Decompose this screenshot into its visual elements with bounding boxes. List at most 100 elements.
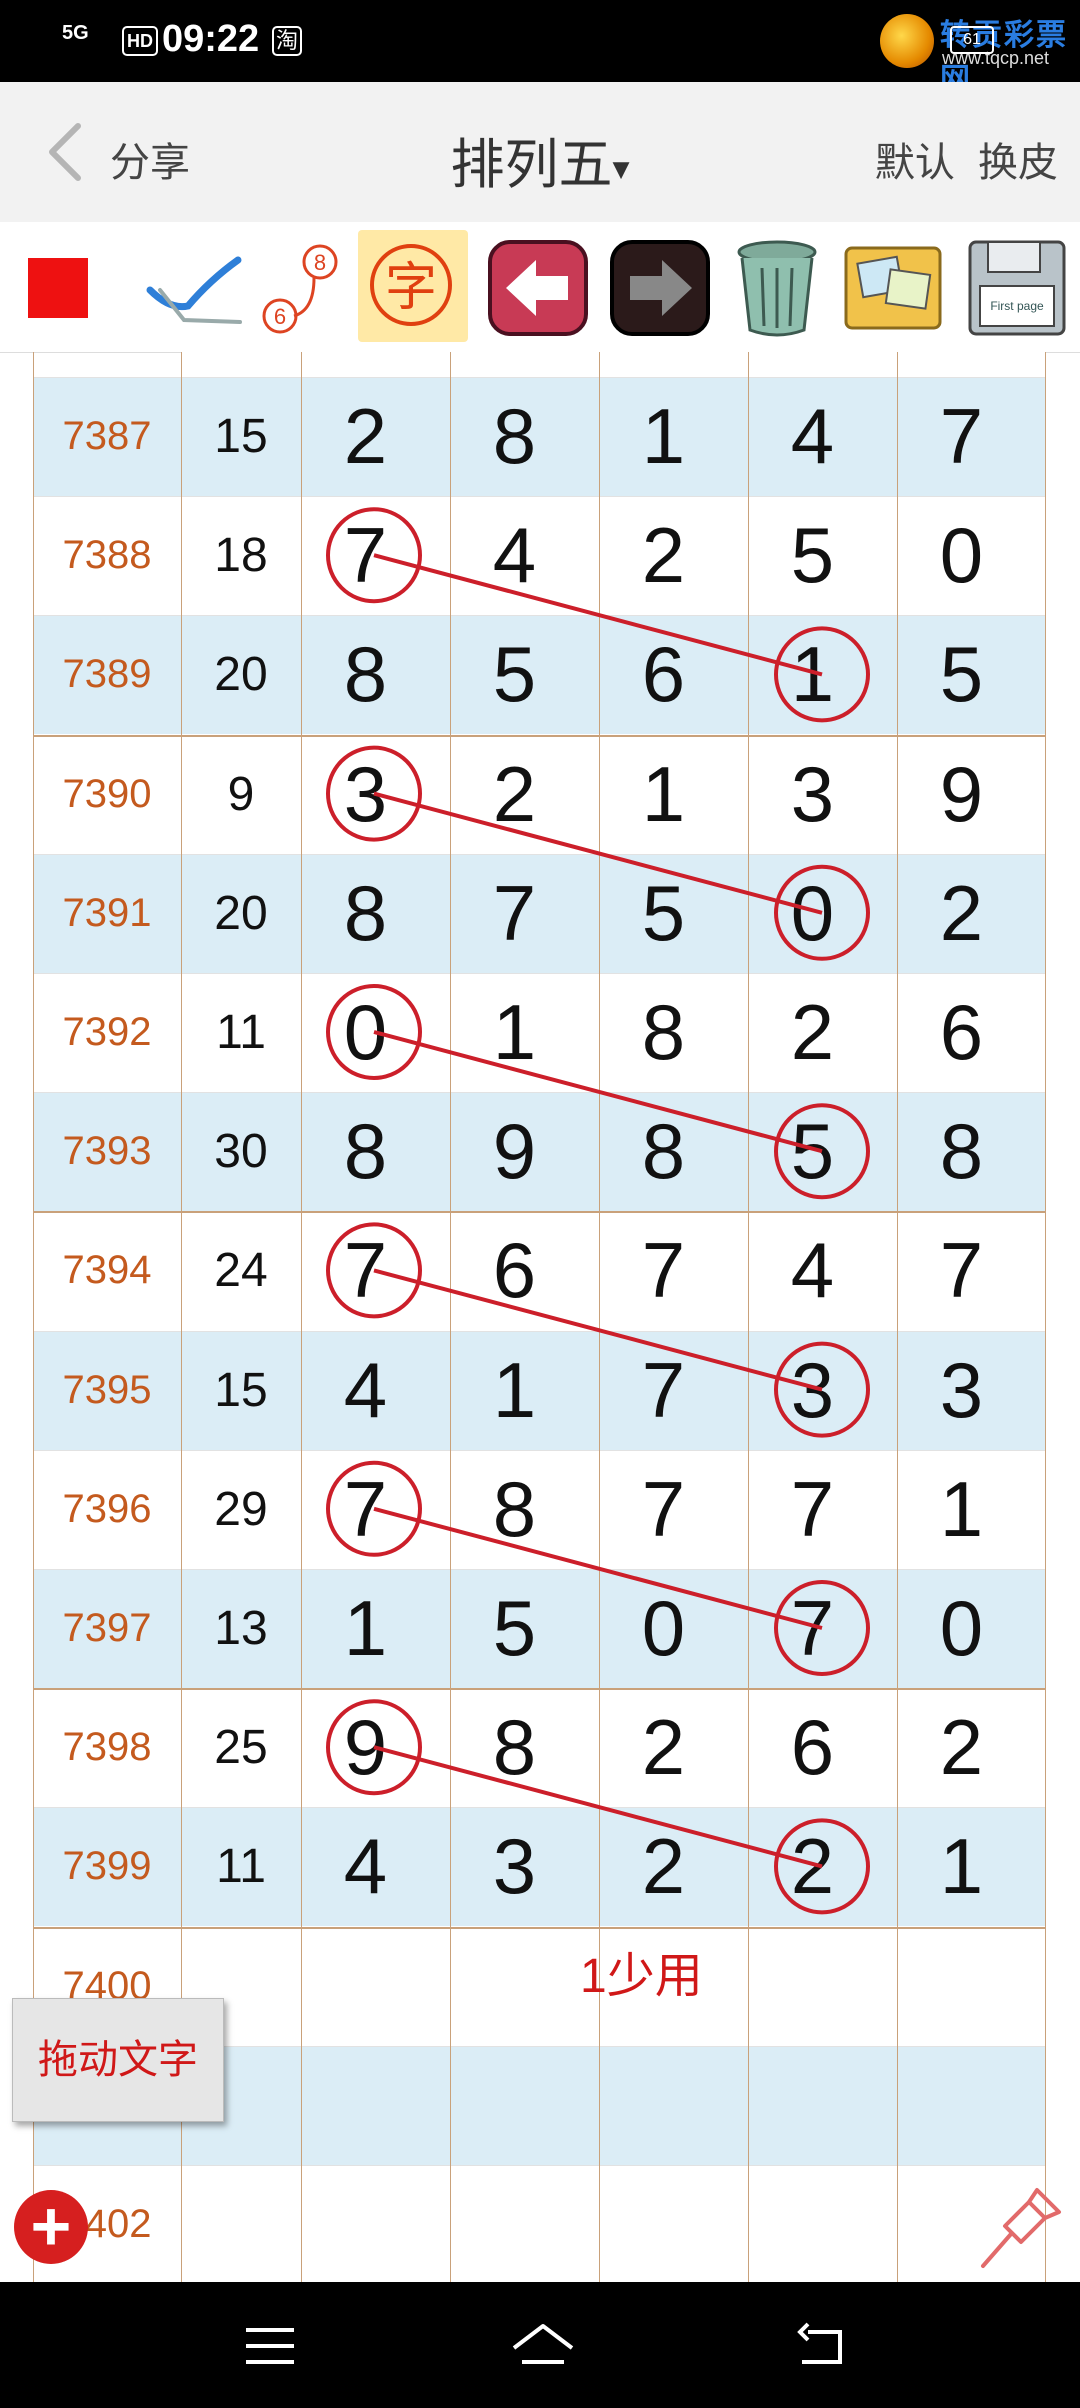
- digit-cell-pos4[interactable]: [738, 2046, 887, 2165]
- digit-cell-pos2[interactable]: 5: [440, 615, 589, 734]
- digit-cell-pos4[interactable]: 5: [738, 1092, 887, 1211]
- table-row[interactable]: 7397 13 1 5 0 7 0: [33, 1569, 1046, 1688]
- table-row[interactable]: 7390 9 3 2 1 3 9: [33, 735, 1046, 854]
- digit-cell-pos4[interactable]: 2: [738, 973, 887, 1092]
- digit-cell-pos1[interactable]: 7: [291, 496, 440, 615]
- digit-cell-pos5[interactable]: [887, 1927, 1036, 2046]
- digit-cell-pos2[interactable]: 3: [440, 1807, 589, 1926]
- digit-cell-pos3[interactable]: 7: [589, 1450, 738, 1569]
- table-row[interactable]: 7391 20 8 7 5 0 2: [33, 853, 1046, 973]
- digit-cell-pos3[interactable]: 7: [589, 1331, 738, 1450]
- digit-cell-pos2[interactable]: 9: [440, 1092, 589, 1211]
- digit-cell-pos4[interactable]: 7: [738, 1450, 887, 1569]
- pin-icon[interactable]: [975, 2180, 1067, 2272]
- digit-cell-pos2[interactable]: [440, 2046, 589, 2165]
- digit-cell-pos1[interactable]: 0: [291, 973, 440, 1092]
- digit-cell-pos3[interactable]: 0: [589, 1569, 738, 1688]
- digit-cell-pos4[interactable]: 0: [738, 854, 887, 973]
- digit-cell-pos2[interactable]: 2: [440, 735, 589, 854]
- drag-text-button[interactable]: 拖动文字: [12, 1998, 224, 2122]
- digit-cell-pos2[interactable]: 8: [440, 1450, 589, 1569]
- digit-cell-pos5[interactable]: [887, 2046, 1036, 2165]
- change-skin-button[interactable]: 换皮: [978, 141, 1058, 185]
- default-button[interactable]: 默认: [875, 141, 955, 185]
- digit-cell-pos4[interactable]: 7: [738, 1569, 887, 1688]
- digit-cell-pos3[interactable]: 5: [589, 854, 738, 973]
- digit-cell-pos4[interactable]: 3: [738, 1331, 887, 1450]
- redo-arrow-icon[interactable]: [610, 240, 710, 336]
- digit-cell-pos5[interactable]: 2: [887, 1688, 1036, 1807]
- table-row[interactable]: 7402: [33, 2165, 1046, 2282]
- digit-cell-pos1[interactable]: 7: [291, 1211, 440, 1330]
- menu-icon[interactable]: [240, 2318, 300, 2374]
- digit-cell-pos5[interactable]: 2: [887, 854, 1036, 973]
- digit-cell-pos4[interactable]: 4: [738, 1211, 887, 1330]
- digit-cell-pos1[interactable]: 7: [291, 1450, 440, 1569]
- digit-cell-pos1[interactable]: 8: [291, 854, 440, 973]
- save-floppy-icon[interactable]: First page: [962, 230, 1072, 342]
- photo-gallery-icon[interactable]: [838, 230, 948, 342]
- table-row[interactable]: 7396 29 7 8 7 7 1: [33, 1450, 1046, 1569]
- digit-cell-pos4[interactable]: 6: [738, 1688, 887, 1807]
- color-picker-red[interactable]: [28, 258, 88, 318]
- digit-cell-pos5[interactable]: 1: [887, 1807, 1036, 1926]
- digit-cell-pos2[interactable]: 8: [440, 377, 589, 496]
- table-row[interactable]: 7392 11 0 1 8 2 6: [33, 973, 1046, 1092]
- digit-cell-pos4[interactable]: 2: [738, 1807, 887, 1926]
- table-row[interactable]: 7389 20 8 5 6 1 5: [33, 615, 1046, 735]
- digit-cell-pos1[interactable]: 4: [291, 1807, 440, 1926]
- table-row[interactable]: 7387 15 2 8 1 4 7: [33, 377, 1046, 496]
- digit-cell-pos4[interactable]: 1: [738, 615, 887, 734]
- digit-cell-pos5[interactable]: 8: [887, 1092, 1036, 1211]
- digit-cell-pos5[interactable]: 5: [887, 615, 1036, 734]
- digit-cell-pos3[interactable]: [589, 2165, 738, 2282]
- digit-cell-pos2[interactable]: 1: [440, 1331, 589, 1450]
- digit-cell-pos5[interactable]: 3: [887, 1331, 1036, 1450]
- back-nav-icon[interactable]: [792, 2318, 852, 2374]
- digit-cell-pos2[interactable]: 5: [440, 1569, 589, 1688]
- digit-cell-pos5[interactable]: 7: [887, 377, 1036, 496]
- digit-cell-pos5[interactable]: 9: [887, 735, 1036, 854]
- digit-cell-pos1[interactable]: [291, 1927, 440, 2046]
- digit-cell-pos1[interactable]: 3: [291, 735, 440, 854]
- digit-cell-pos3[interactable]: [589, 2046, 738, 2165]
- table-row[interactable]: 7394 24 7 6 7 4 7: [33, 1211, 1046, 1330]
- digit-cell-pos5[interactable]: 0: [887, 1569, 1036, 1688]
- digit-cell-pos1[interactable]: 9: [291, 1688, 440, 1807]
- freehand-tool-icon[interactable]: 8 6: [250, 230, 360, 342]
- digit-cell-pos4[interactable]: [738, 1927, 887, 2046]
- digit-cell-pos1[interactable]: 8: [291, 1092, 440, 1211]
- add-button[interactable]: +: [14, 2190, 88, 2264]
- digit-cell-pos2[interactable]: 6: [440, 1211, 589, 1330]
- table-row[interactable]: 7393 30 8 9 8 5 8: [33, 1092, 1046, 1212]
- table-row[interactable]: 7398 25 9 8 2 6 2: [33, 1688, 1046, 1807]
- table-row[interactable]: 7388 18 7 4 2 5 0: [33, 496, 1046, 615]
- digit-cell-pos5[interactable]: 7: [887, 1211, 1036, 1330]
- digit-cell-pos3[interactable]: 8: [589, 973, 738, 1092]
- pen-check-icon[interactable]: [140, 230, 250, 342]
- digit-cell-pos1[interactable]: [291, 2165, 440, 2282]
- digit-cell-pos2[interactable]: 1: [440, 973, 589, 1092]
- trash-icon[interactable]: [722, 230, 832, 342]
- home-icon[interactable]: [508, 2318, 578, 2374]
- digit-cell-pos3[interactable]: 2: [589, 496, 738, 615]
- digit-cell-pos1[interactable]: 2: [291, 377, 440, 496]
- digit-cell-pos3[interactable]: 8: [589, 1092, 738, 1211]
- digit-cell-pos3[interactable]: 1: [589, 377, 738, 496]
- digit-cell-pos5[interactable]: 6: [887, 973, 1036, 1092]
- digit-cell-pos2[interactable]: 4: [440, 496, 589, 615]
- digit-cell-pos3[interactable]: 7: [589, 1211, 738, 1330]
- digit-cell-pos3[interactable]: 2: [589, 1688, 738, 1807]
- digit-cell-pos1[interactable]: 8: [291, 615, 440, 734]
- digit-cell-pos3[interactable]: 1: [589, 735, 738, 854]
- digit-cell-pos4[interactable]: 4: [738, 377, 887, 496]
- digit-cell-pos4[interactable]: [738, 2165, 887, 2282]
- undo-arrow-icon[interactable]: [488, 240, 588, 336]
- text-tool-button[interactable]: 字: [358, 230, 468, 342]
- digit-cell-pos5[interactable]: 0: [887, 496, 1036, 615]
- digit-cell-pos1[interactable]: [291, 2046, 440, 2165]
- digit-cell-pos2[interactable]: 7: [440, 854, 589, 973]
- digit-cell-pos1[interactable]: 4: [291, 1331, 440, 1450]
- digit-cell-pos5[interactable]: 1: [887, 1450, 1036, 1569]
- table-row[interactable]: 7395 15 4 1 7 3 3: [33, 1330, 1046, 1450]
